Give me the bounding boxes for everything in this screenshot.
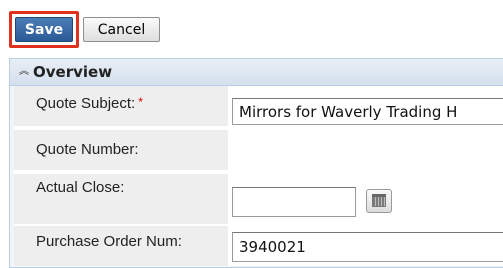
cancel-button[interactable]: Cancel xyxy=(83,17,160,42)
purchase-order-num-label: Purchase Order Num: xyxy=(36,233,182,250)
calendar-bar xyxy=(372,194,386,197)
quote-subject-input[interactable]: Mirrors for Waverly Trading H xyxy=(232,98,503,125)
quote-number-label: Quote Number: xyxy=(36,141,139,158)
quote-subject-label: Quote Subject: * xyxy=(36,95,143,112)
panel-title: Overview xyxy=(33,63,113,81)
required-marker: * xyxy=(138,95,143,109)
save-button[interactable]: Save xyxy=(15,17,73,42)
calendar-icon[interactable] xyxy=(366,189,392,213)
actual-close-input[interactable] xyxy=(232,187,356,217)
actual-close-label: Actual Close: xyxy=(36,179,125,196)
double-chevron-up-icon[interactable]: ︽ xyxy=(15,64,33,80)
purchase-order-num-input[interactable]: 3940021 xyxy=(232,232,503,262)
